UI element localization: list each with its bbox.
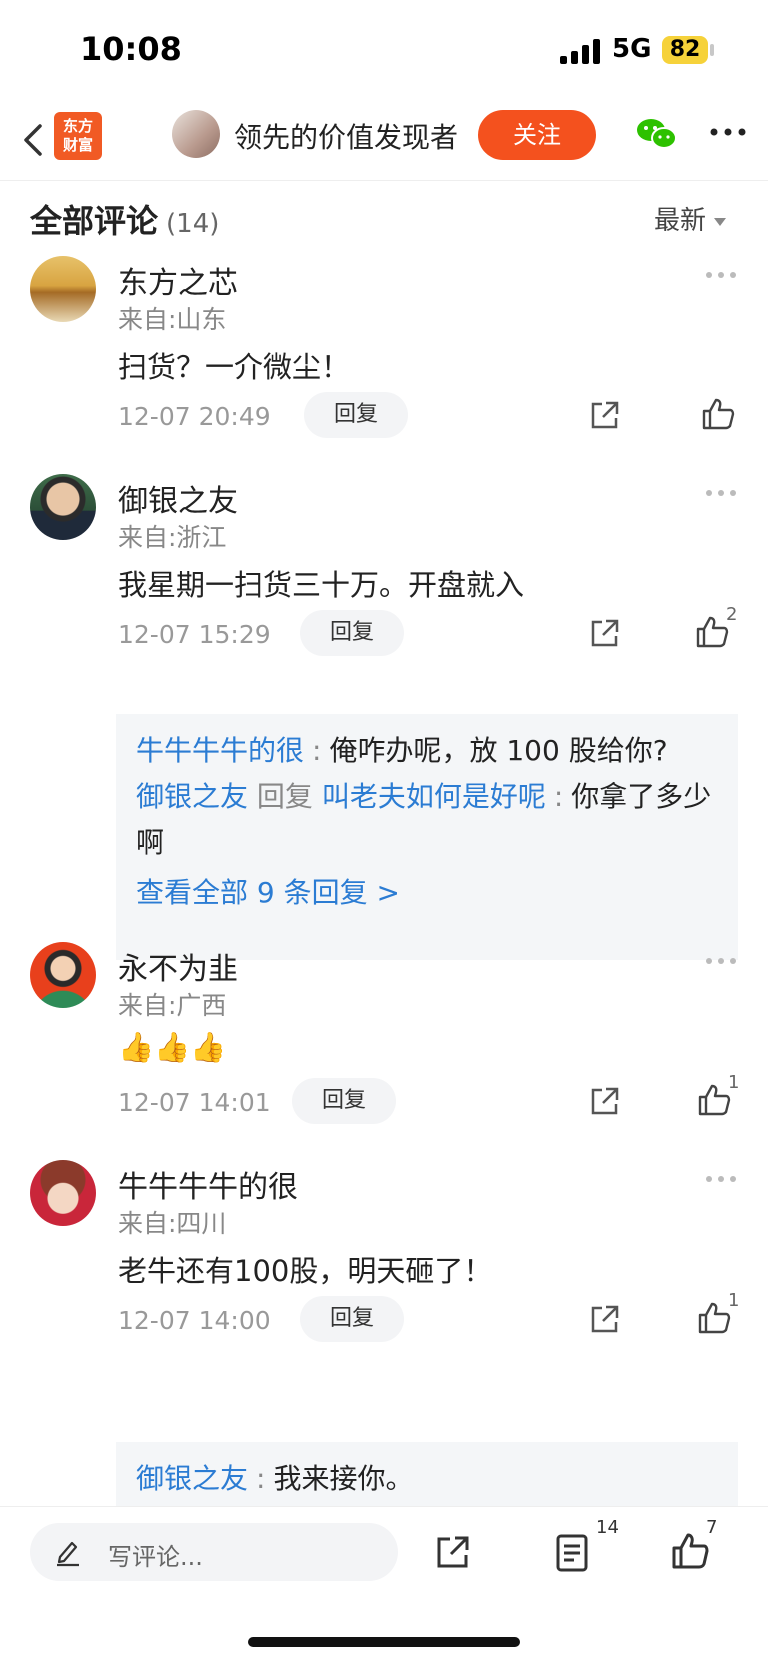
logo-line-2: 财富: [62, 136, 93, 154]
signal-icon: [560, 38, 602, 64]
comment-text: 我星期一扫货三十万。开盘就入: [118, 568, 525, 602]
like-count: 1: [728, 1072, 740, 1093]
comment-item: 东方之芯 来自:山东 扫货？一介微尘！ 12-07 20:49 回复: [0, 256, 768, 456]
comment-text: 扫货？一介微尘！: [118, 350, 351, 384]
comment-item: 永不为韭 来自:广西 👍👍👍 12-07 14:01 回复 1: [0, 942, 768, 1142]
avatar[interactable]: [30, 1160, 96, 1226]
reply-username[interactable]: 牛牛牛牛的很: [136, 734, 304, 767]
comment-location: 来自:四川: [118, 1209, 227, 1238]
bottom-bar: 写评论... 14 7: [0, 1506, 768, 1664]
home-indicator[interactable]: [248, 1637, 520, 1647]
app-logo[interactable]: 东方 财富: [54, 112, 102, 160]
battery-tip: [710, 44, 714, 56]
wechat-icon[interactable]: [636, 116, 678, 152]
sort-dropdown[interactable]: 最新: [654, 200, 727, 237]
like-icon[interactable]: [700, 396, 736, 432]
share-icon[interactable]: [588, 1084, 622, 1118]
like-count: 2: [726, 604, 738, 625]
reply-username[interactable]: 御银之友: [136, 780, 248, 813]
comment-location: 来自:山东: [118, 305, 227, 334]
write-comment-input[interactable]: 写评论...: [30, 1523, 398, 1581]
logo-line-1: 东方: [62, 117, 93, 135]
reply-button[interactable]: 回复: [300, 610, 404, 656]
network-label: 5G: [612, 34, 652, 64]
nav-bar: 东方 财富 领先的价值发现者 关注: [0, 100, 768, 181]
reply-text: 我来接你。: [273, 1462, 414, 1495]
author-name[interactable]: 领先的价值发现者: [234, 116, 458, 156]
reply-username[interactable]: 御银之友: [136, 1462, 248, 1495]
comment-time: 12-07 15:29: [118, 620, 271, 649]
reply-button[interactable]: 回复: [304, 392, 408, 438]
caret-down-icon: [714, 217, 727, 226]
more-icon[interactable]: [706, 1176, 736, 1184]
more-icon[interactable]: [706, 490, 736, 498]
comment-username[interactable]: 御银之友: [118, 476, 238, 520]
pen-icon: [57, 1541, 79, 1567]
comment-item: 牛牛牛牛的很 来自:四川 老牛还有100股，明天砸了！ 12-07 14:00 …: [0, 1160, 768, 1510]
comments-header: 全部评论 (14): [30, 196, 219, 242]
more-icon[interactable]: [708, 122, 748, 142]
reply-box: 御银之友: 我来接你。: [116, 1442, 738, 1506]
more-icon[interactable]: [706, 272, 736, 280]
comment-time: 12-07 14:01: [118, 1088, 271, 1117]
reply-button[interactable]: 回复: [300, 1296, 404, 1342]
reply-box: 牛牛牛牛的很: 俺咋办呢，放 100 股给你? 御银之友 回复 叫老夫如何是好呢:…: [116, 714, 738, 960]
reply-button[interactable]: 回复: [292, 1078, 396, 1124]
like-icon[interactable]: [696, 1300, 732, 1336]
reply-text: 俺咋办呢，放 100 股给你?: [329, 734, 668, 767]
reply-connector: 回复: [256, 780, 313, 813]
comment-username[interactable]: 永不为韭: [118, 944, 238, 988]
reply-line: 御银之友 回复 叫老夫如何是好呢: 你拿了多少啊: [136, 780, 712, 859]
author-avatar[interactable]: [172, 110, 220, 158]
battery-icon: 82: [662, 36, 708, 64]
more-icon[interactable]: [706, 958, 736, 966]
like-icon[interactable]: [696, 1082, 732, 1118]
like-count: 1: [728, 1290, 740, 1311]
like-icon[interactable]: [670, 1531, 710, 1571]
share-icon[interactable]: [434, 1533, 472, 1571]
comment-item: 御银之友 来自:浙江 我星期一扫货三十万。开盘就入 12-07 15:29 回复…: [0, 474, 768, 964]
comments-title: 全部评论: [30, 202, 159, 240]
comment-text: 老牛还有100股，明天砸了！: [118, 1254, 493, 1288]
reply-target-username[interactable]: 叫老夫如何是好呢: [322, 780, 546, 813]
status-bar: 10:08 5G 82: [0, 0, 768, 100]
back-icon[interactable]: [14, 114, 54, 166]
like-count-badge: 7: [706, 1517, 718, 1538]
sort-label: 最新: [654, 206, 707, 236]
reply-line: 御银之友: 我来接你。: [136, 1462, 414, 1495]
comments-count: (14): [166, 209, 220, 239]
comment-text: 👍👍👍: [118, 1030, 227, 1064]
avatar[interactable]: [30, 474, 96, 540]
comment-count-badge: 14: [596, 1517, 619, 1538]
comment-username[interactable]: 牛牛牛牛的很: [118, 1162, 298, 1206]
share-icon[interactable]: [588, 398, 622, 432]
follow-button[interactable]: 关注: [478, 110, 596, 160]
comment-username[interactable]: 东方之芯: [118, 258, 238, 302]
like-icon[interactable]: [694, 614, 730, 650]
comment-location: 来自:浙江: [118, 523, 227, 552]
avatar[interactable]: [30, 942, 96, 1008]
comments-icon[interactable]: [554, 1533, 590, 1573]
write-comment-placeholder: 写评论...: [108, 1543, 203, 1571]
comment-time: 12-07 14:00: [118, 1306, 271, 1335]
share-icon[interactable]: [588, 1302, 622, 1336]
reply-line: 牛牛牛牛的很: 俺咋办呢，放 100 股给你?: [136, 734, 668, 767]
status-time: 10:08: [80, 30, 182, 68]
comment-location: 来自:广西: [118, 991, 227, 1020]
comment-time: 12-07 20:49: [118, 402, 271, 431]
view-all-replies-link[interactable]: 查看全部 9 条回复 >: [136, 870, 718, 916]
avatar[interactable]: [30, 256, 96, 322]
share-icon[interactable]: [588, 616, 622, 650]
